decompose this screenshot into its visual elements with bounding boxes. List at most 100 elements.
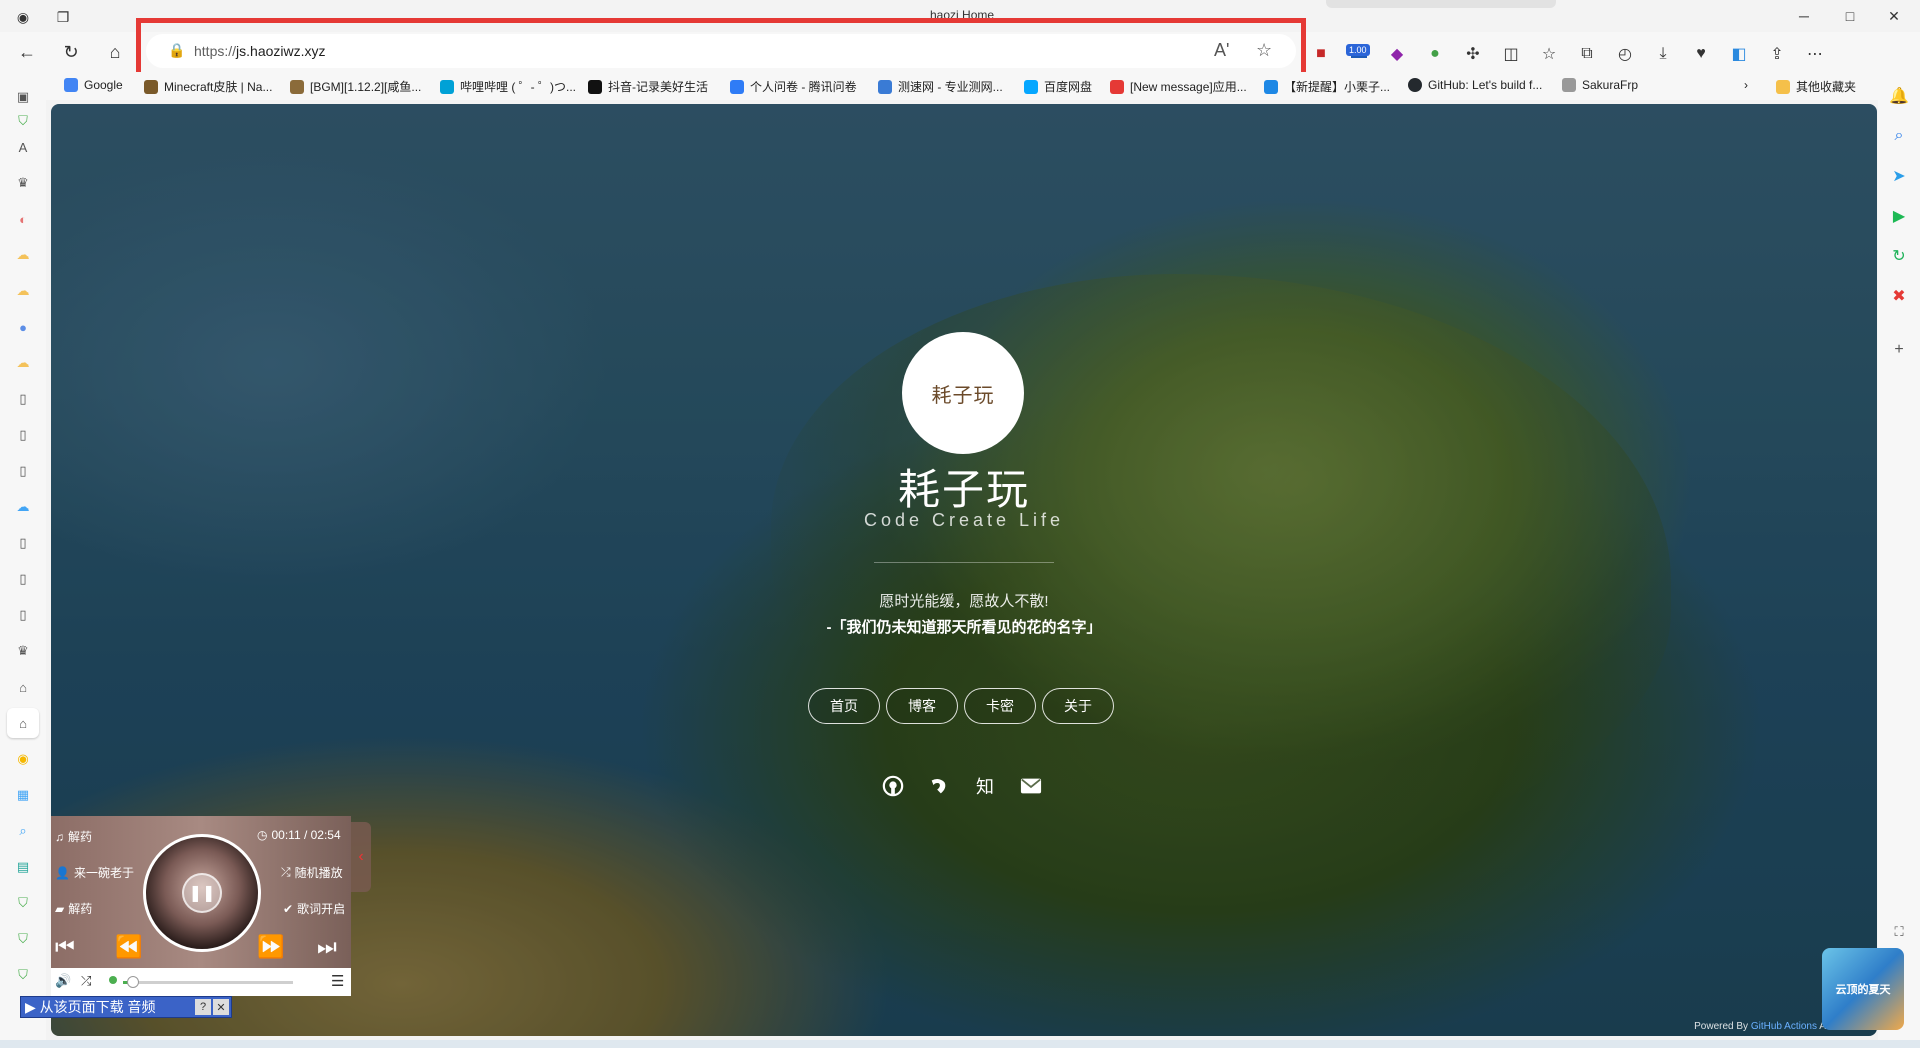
tab-favicon-crown-icon[interactable]: ♛	[12, 172, 34, 194]
shuffle-icon[interactable]: ⤮	[81, 973, 91, 989]
profile-icon[interactable]: ◉	[12, 6, 34, 28]
tab-favicon-page-icon[interactable]: ▯	[12, 604, 34, 626]
telegram-icon[interactable]: ➤	[1887, 164, 1911, 188]
pause-button[interactable]: ❚❚	[182, 873, 222, 913]
tab-favicon-icon[interactable]: ☁	[12, 280, 34, 302]
progress-knob[interactable]	[127, 976, 140, 988]
bookmark-item[interactable]: GitHub: Let's build f...	[1408, 78, 1542, 92]
tab-favicon-page-icon[interactable]: ▯	[12, 388, 34, 410]
tab-favicon-page-icon[interactable]: ▯	[12, 568, 34, 590]
share-icon[interactable]: ⇪	[1762, 40, 1792, 68]
download-audio-bar[interactable]: ▶ 从该页面下载 音频 ? ✕	[20, 996, 232, 1018]
bookmark-item[interactable]: 抖音-记录美好生活	[588, 78, 708, 95]
refresh-app-icon[interactable]: ↻	[1887, 244, 1911, 268]
zhihu-icon[interactable]: 知	[973, 774, 997, 798]
tab-favicon-shield-icon[interactable]: ⛉	[12, 964, 34, 986]
github-icon[interactable]	[881, 774, 905, 798]
tab-favicon-search-icon[interactable]: ⌕	[12, 820, 34, 842]
bookmark-item[interactable]: SakuraFrp	[1562, 78, 1638, 92]
first-track-icon[interactable]: ⏮	[55, 934, 75, 960]
tab-favicon-a-icon[interactable]: A	[12, 136, 34, 158]
nav-blog-button[interactable]: 博客	[886, 688, 958, 724]
bookmark-item[interactable]: [New message]应用...	[1110, 78, 1247, 95]
floating-thumbnail[interactable]: 云顶的夏天	[1822, 948, 1904, 1030]
tab-favicon-globe-icon[interactable]: ●	[12, 316, 34, 338]
maximize-button[interactable]: □	[1830, 6, 1870, 26]
tab-favicon-shield-icon[interactable]: ⛉	[12, 110, 34, 132]
extension-icon[interactable]: ■	[1306, 40, 1336, 68]
bookmark-item[interactable]: 【新提醒】小栗子...	[1264, 78, 1390, 95]
tab-favicon-home-icon[interactable]: ⌂	[12, 676, 34, 698]
split-screen-icon[interactable]: ◫	[1496, 40, 1526, 68]
download-audio-label[interactable]: ▶ 从该页面下载 音频	[21, 997, 195, 1017]
collections-icon[interactable]: ⧉	[1572, 40, 1602, 68]
other-favorites-folder[interactable]: 其他收藏夹	[1776, 78, 1856, 95]
extension-icon[interactable]: ◆	[1382, 40, 1412, 68]
album-cover[interactable]: ❚❚	[143, 834, 261, 952]
tab-favicon-icon[interactable]: ◉	[12, 748, 34, 770]
lyrics-toggle[interactable]: ✔ 歌词开启	[283, 900, 345, 917]
yuque-icon[interactable]	[927, 774, 951, 798]
add-icon[interactable]: +	[1887, 338, 1911, 362]
bookmark-item[interactable]: 哔哩哔哩 ( ゜- ゜)つ...	[440, 78, 576, 95]
tab-favicon-page-icon[interactable]: ▯	[12, 424, 34, 446]
volume-icon[interactable]: 🔊	[55, 973, 71, 989]
play-mode[interactable]: ⤮ 随机播放	[281, 864, 343, 881]
previous-track-icon[interactable]: ⏪	[115, 934, 142, 960]
workspaces-icon[interactable]: ❐	[52, 6, 74, 28]
more-menu-icon[interactable]: ⋯	[1800, 40, 1830, 68]
mail-icon[interactable]	[1019, 774, 1043, 798]
tab-favicon-icon[interactable]: ▦	[12, 784, 34, 806]
tab-favicon-page-icon[interactable]: ▯	[12, 460, 34, 482]
tab-favicon-shield-icon[interactable]: ⛉	[12, 928, 34, 950]
bookmark-item[interactable]: 测速网 - 专业测网...	[878, 78, 1003, 95]
bookmark-item[interactable]: 百度网盘	[1024, 78, 1092, 95]
tab-actions-icon[interactable]: ▣	[12, 86, 34, 108]
screenshot-icon[interactable]: ⛶	[1887, 920, 1911, 944]
help-icon[interactable]: ?	[195, 999, 211, 1015]
downloads-icon[interactable]: ⤓	[1648, 40, 1678, 68]
tab-favicon-home-icon-active[interactable]: ⌂	[7, 708, 39, 738]
nav-about-button[interactable]: 关于	[1042, 688, 1114, 724]
copilot-icon[interactable]: ◧	[1724, 40, 1754, 68]
favorites-icon[interactable]: ☆	[1534, 40, 1564, 68]
nav-card-button[interactable]: 卡密	[964, 688, 1036, 724]
bookmarks-more-icon[interactable]: ›	[1744, 78, 1748, 92]
extensions-puzzle-icon[interactable]: ✣	[1458, 40, 1488, 68]
minimize-button[interactable]: ─	[1784, 6, 1824, 26]
history-icon[interactable]: ◴	[1610, 40, 1640, 68]
back-icon[interactable]: ←	[12, 38, 42, 66]
bookmark-item[interactable]: Google	[64, 78, 123, 92]
tab-favicon-icon[interactable]: ▤	[12, 856, 34, 878]
tab-favicon-page-icon[interactable]: ▯	[12, 532, 34, 554]
extension-badge: 1.00	[1346, 44, 1370, 56]
playlist-icon[interactable]: ☰	[331, 972, 344, 990]
tab-favicon-icon[interactable]: ☁	[12, 352, 34, 374]
extensions-row: ■ ▬ ◆ ● ✣ ◫ ☆ ⧉ ◴ ⤓ ♥ ◧ ⇪ ⋯	[1306, 40, 1830, 70]
player-collapse-tab[interactable]: ‹	[351, 822, 371, 892]
tab-favicon-icon[interactable]: ◐	[12, 208, 34, 230]
bookmark-item[interactable]: 个人问卷 - 腾讯问卷	[730, 78, 857, 95]
avatar[interactable]: 耗子玩	[902, 332, 1024, 454]
tab-favicon-icon[interactable]: ☁	[12, 244, 34, 266]
app-x-icon[interactable]: ✖	[1887, 284, 1911, 308]
close-button[interactable]: ✕	[1874, 6, 1914, 26]
extension-icon[interactable]: ●	[1420, 40, 1450, 68]
search-icon[interactable]: ⌕	[1887, 124, 1911, 148]
tab-favicon-cloud-icon[interactable]: ☁	[12, 496, 34, 518]
bookmark-item[interactable]: Minecraft皮肤 | Na...	[144, 78, 272, 95]
notifications-bell-icon[interactable]: 🔔	[1887, 84, 1911, 108]
play-icon[interactable]: ▶	[1887, 204, 1911, 228]
progress-track[interactable]	[123, 976, 293, 988]
bookmark-item[interactable]: [BGM][1.12.2][咸鱼...	[290, 78, 421, 95]
next-track-icon[interactable]: ⏩	[257, 934, 284, 960]
performance-icon[interactable]: ♥	[1686, 40, 1716, 68]
close-icon[interactable]: ✕	[213, 999, 229, 1015]
last-track-icon[interactable]: ⏭	[317, 934, 337, 960]
tab-favicon-crown-icon[interactable]: ♛	[12, 640, 34, 662]
home-icon[interactable]: ⌂	[100, 38, 130, 66]
nav-home-button[interactable]: 首页	[808, 688, 880, 724]
powered-by-link[interactable]: GitHub Actions	[1751, 1021, 1817, 1032]
tab-favicon-shield-icon[interactable]: ⛉	[12, 892, 34, 914]
refresh-icon[interactable]: ↻	[56, 38, 86, 66]
